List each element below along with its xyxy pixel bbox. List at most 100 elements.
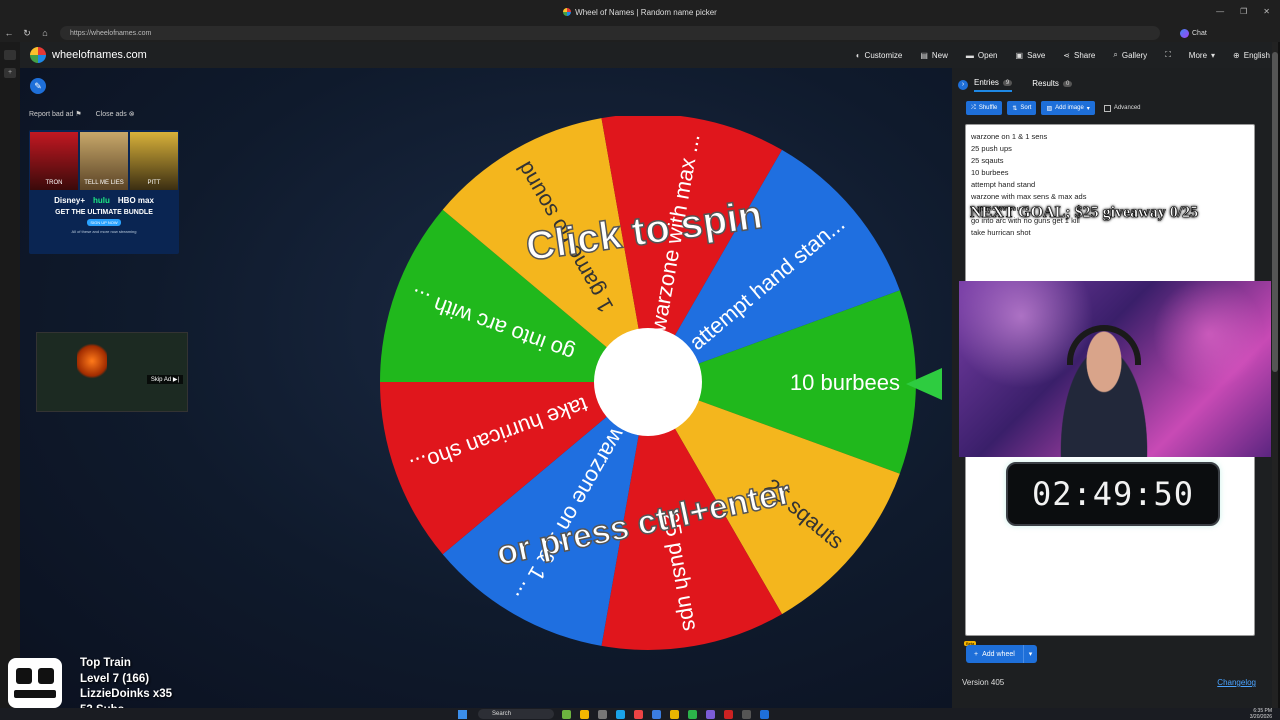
add-wheel-button[interactable]: + Add wheel ▾ — [966, 645, 1038, 663]
tab-label: Entries — [974, 78, 999, 87]
train-title: Top Train — [80, 657, 131, 669]
menu-customize[interactable]: ◐ Customize — [856, 51, 903, 60]
menu-share[interactable]: ⋖ Share — [1063, 51, 1095, 60]
share-icon: ⋖ — [1063, 50, 1070, 60]
app-icon[interactable] — [688, 710, 697, 719]
report-bad-ad-link[interactable]: Report bad ad ⚑ — [29, 110, 82, 118]
poster: PITT — [130, 132, 178, 190]
menu-label: New — [931, 50, 948, 60]
video-ad[interactable]: Skip Ad ▶| — [36, 332, 188, 412]
app-icon[interactable] — [742, 710, 751, 719]
spin-wheel[interactable]: 10 burbees 25 sqauts 25 push ups warzone on… — [376, 114, 920, 660]
menu-gallery[interactable]: ⌕ Gallery — [1113, 50, 1147, 60]
taskbar-clock[interactable]: 6:35 PM 3/20/2026 — [1250, 708, 1272, 720]
add-image-button[interactable]: ▨ Add image ▾ — [1041, 101, 1095, 115]
sidebar-app-icon[interactable] — [4, 50, 16, 60]
menu-fullscreen[interactable]: ⛶ — [1165, 50, 1171, 60]
minimize-icon[interactable]: — — [1216, 7, 1224, 16]
collapse-chevron-icon[interactable]: › — [958, 80, 968, 90]
clock-date: 3/20/2026 — [1249, 714, 1272, 720]
train-level: Level 7 (166) — [80, 672, 150, 685]
app-icon[interactable] — [634, 710, 643, 719]
menu-language[interactable]: ⊕ English — [1233, 51, 1270, 60]
scrollbar-thumb[interactable] — [1272, 52, 1278, 372]
menu-save[interactable]: ▣ Save — [1016, 51, 1046, 60]
browser-side-strip: + — [0, 42, 20, 708]
brand-name[interactable]: wheelofnames.com — [52, 49, 147, 61]
changelog-link[interactable]: Changelog — [1217, 678, 1256, 687]
window-title: Wheel of Names | Random name picker — [575, 7, 717, 17]
chevron-down-icon: ▾ — [1211, 50, 1216, 60]
menu-label: More — [1188, 50, 1208, 60]
globe-icon: ⊕ — [1233, 50, 1240, 60]
sort-button[interactable]: ⇅ Sort — [1007, 101, 1037, 115]
results-count-badge: 0 — [1062, 80, 1073, 87]
ad-signup-button[interactable]: SIGN UP NOW — [87, 219, 121, 226]
app-icon[interactable] — [598, 710, 607, 719]
add-wheel-dropdown[interactable]: ▾ — [1024, 650, 1038, 658]
menu-label: Share — [1074, 50, 1096, 60]
palette-icon: ◐ — [855, 50, 861, 60]
app-icon[interactable] — [724, 710, 733, 719]
browser-titlebar: Wheel of Names | Random name picker — ❐ … — [0, 0, 1280, 24]
subathon-timer: 02:49:50 — [1006, 462, 1220, 526]
shuffle-label: Shuffle — [978, 105, 998, 111]
image-icon: ▨ — [1046, 105, 1053, 112]
tab-entries[interactable]: Entries 9 — [974, 78, 1013, 92]
search-label: Search — [492, 711, 512, 717]
advanced-checkbox[interactable] — [1103, 104, 1111, 112]
menu-label: Customize — [864, 50, 903, 60]
pencil-icon: ✎ — [34, 81, 42, 91]
app-icon[interactable] — [580, 710, 589, 719]
taskbar-apps — [562, 710, 769, 719]
chat-button[interactable]: Chat — [1180, 28, 1207, 38]
wheel-graphic[interactable]: 10 burbees25 sqauts25 push upswarzone on… — [376, 114, 920, 660]
folder-icon[interactable] — [670, 710, 679, 719]
chat-label: Chat — [1192, 29, 1207, 37]
streaming-bundle-ad[interactable]: TRON TELL ME LIES PITT Disney+ hulu HBO … — [29, 130, 179, 254]
close-icon[interactable]: ✕ — [1263, 7, 1270, 16]
tab-results[interactable]: Results 0 — [1032, 79, 1073, 91]
ad-logos: Disney+ hulu HBO max — [29, 196, 179, 205]
plus-icon: + — [974, 650, 979, 658]
sort-icon: ⇅ — [1012, 105, 1018, 112]
shuffle-button[interactable]: ⤮ Shuffle — [966, 101, 1003, 115]
url-text: https://wheelofnames.com — [70, 29, 152, 37]
ad-video-frame — [77, 341, 107, 381]
edge-icon[interactable] — [616, 710, 625, 719]
app-icon[interactable] — [760, 710, 769, 719]
edit-pencil-button[interactable]: ✎ — [30, 78, 46, 94]
add-wheel-main[interactable]: + Add wheel — [966, 645, 1024, 663]
page-scrollbar[interactable] — [1272, 42, 1278, 708]
top-menu: ◐ Customize ▤ New ▬ Open ▣ Save ⋖ Share ⌕ Gall… — [856, 42, 1270, 68]
menu-new[interactable]: ▤ New — [920, 51, 948, 60]
advanced-label: Advanced — [1113, 105, 1141, 111]
close-ads-link[interactable]: Close ads ⊗ — [96, 110, 135, 118]
home-icon[interactable]: ⌂ — [36, 28, 54, 38]
restore-icon[interactable]: ❐ — [1240, 7, 1247, 16]
menu-more[interactable]: More ▾ — [1189, 51, 1215, 60]
taskbar-search[interactable]: Search — [478, 709, 554, 719]
entry-line: warzone on 1 & 1 sens — [971, 132, 1048, 141]
entry-line: 25 push ups — [971, 144, 1012, 153]
entry-line: warzone with max sens & max ads — [971, 192, 1087, 201]
menu-open[interactable]: ▬ Open — [966, 51, 998, 60]
search-icon: ⌕ — [1113, 50, 1118, 59]
reload-icon[interactable]: ↻ — [18, 28, 36, 39]
app-icon[interactable] — [706, 710, 715, 719]
skip-ad-button[interactable]: Skip Ad ▶| — [146, 375, 183, 384]
app-icon[interactable] — [652, 710, 661, 719]
advanced-toggle[interactable]: Advanced — [1103, 104, 1141, 112]
back-icon[interactable]: ← — [0, 28, 18, 38]
report-label: Report bad ad — [29, 111, 74, 118]
ad-posters: TRON TELL ME LIES PITT — [29, 130, 179, 190]
logo-icon[interactable] — [30, 47, 46, 63]
wheel-center-hub[interactable] — [594, 328, 702, 436]
url-field[interactable]: https://wheelofnames.com — [60, 26, 1160, 40]
address-bar-row: ← ↻ ⌂ https://wheelofnames.com Chat — [0, 24, 1280, 42]
sidebar-add-icon[interactable]: + — [4, 68, 16, 78]
ad-logo: hulu — [93, 196, 110, 205]
entries-panel: › Entries 9 Results 0 ⤮ Shuffle ⇅ Sort ▨ Ad… — [952, 68, 1278, 708]
app-icon[interactable] — [562, 710, 571, 719]
windows-start-icon[interactable] — [458, 710, 467, 719]
